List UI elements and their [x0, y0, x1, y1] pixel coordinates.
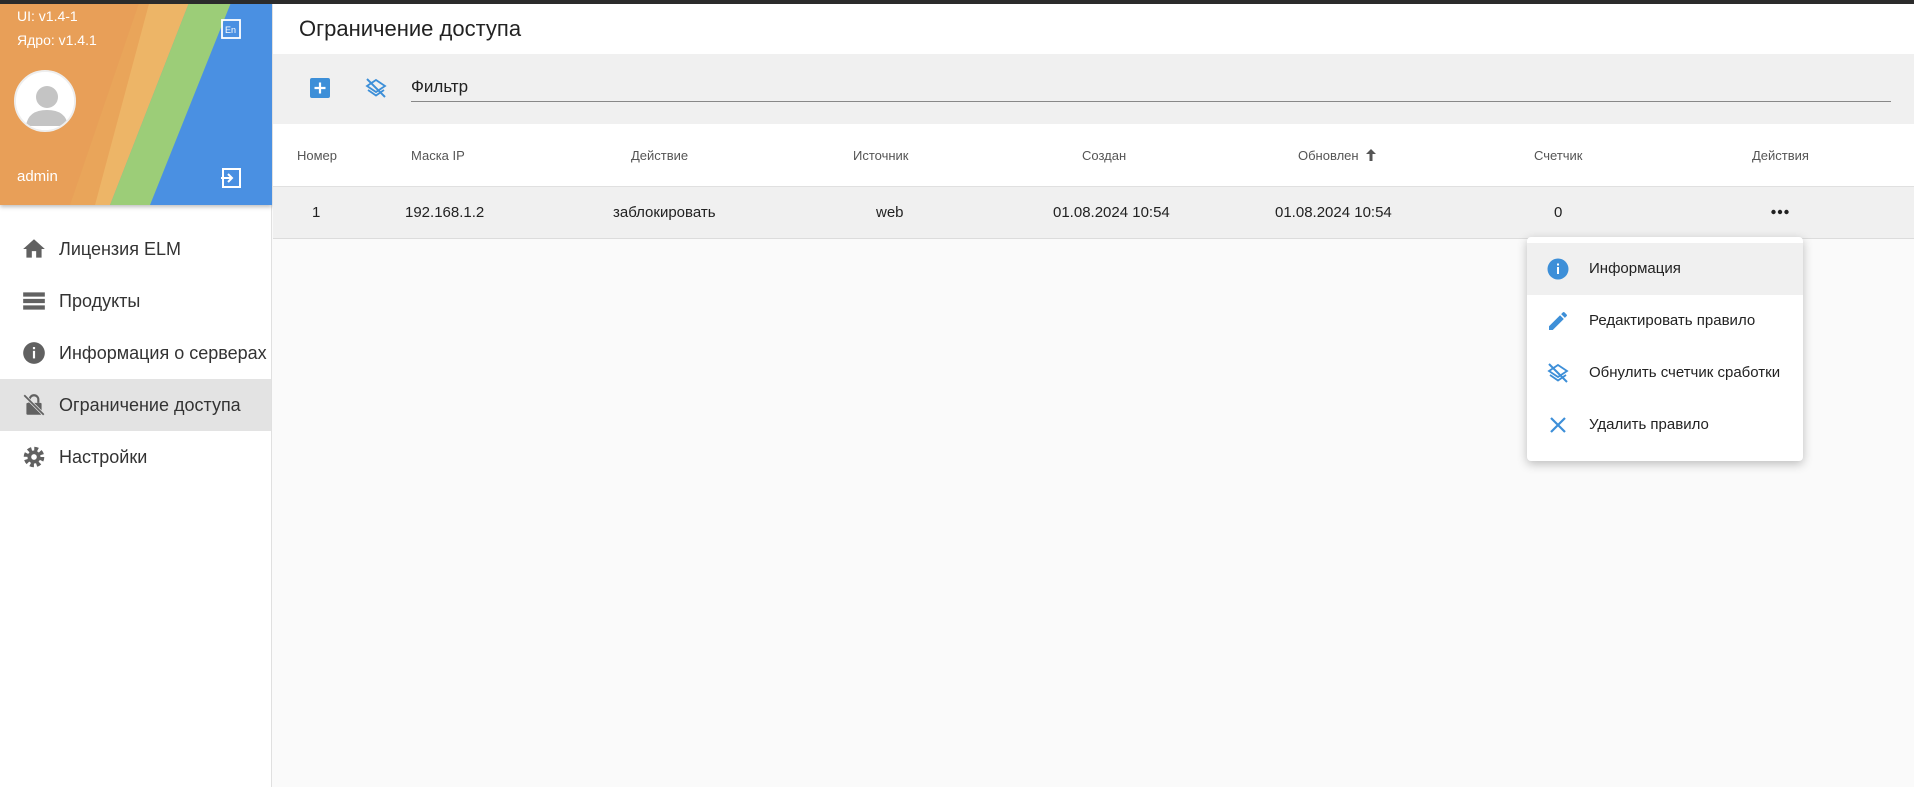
row-actions-menu: Информация Редактировать правило Обнулит…: [1527, 237, 1803, 461]
language-toggle-icon[interactable]: En: [220, 18, 242, 45]
core-version: Ядро: v1.4.1: [17, 32, 97, 48]
layers-off-icon: [365, 78, 387, 98]
add-box-icon: [310, 78, 330, 98]
toolbar: [273, 54, 1914, 124]
column-header-created[interactable]: Создан: [1082, 124, 1126, 187]
table-row[interactable]: 1 192.168.1.2 заблокировать web 01.08.20…: [273, 187, 1914, 239]
cell-action: заблокировать: [613, 204, 716, 221]
reset-counters-button[interactable]: [364, 76, 388, 105]
menu-item-edit-rule[interactable]: Редактировать правило: [1527, 295, 1803, 347]
sidebar-item-products[interactable]: Продукты: [0, 275, 271, 327]
cell-created: 01.08.2024 10:54: [1053, 204, 1170, 221]
menu-item-label: Удалить правило: [1589, 416, 1709, 433]
gear-icon: [20, 443, 48, 471]
cell-number: 1: [312, 204, 321, 221]
cell-counter: 0: [1554, 204, 1563, 221]
layers-off-icon: [1546, 361, 1570, 385]
cell-updated: 01.08.2024 10:54: [1275, 204, 1392, 221]
home-icon: [20, 235, 48, 263]
window-top-border: [0, 0, 1914, 4]
svg-text:En: En: [225, 25, 236, 35]
sidebar-item-label: Лицензия ELM: [59, 238, 181, 259]
info-icon: [20, 339, 48, 367]
sidebar-item-server-info[interactable]: Информация о серверах: [0, 327, 271, 379]
page-title-bar: Ограничение доступа: [273, 4, 1914, 54]
more-horizontal-icon: [1771, 209, 1789, 215]
sidebar-item-label: Продукты: [59, 290, 141, 311]
avatar: [14, 70, 76, 132]
cell-source: web: [876, 204, 904, 221]
ui-version: UI: v1.4-1: [17, 8, 78, 24]
column-header-updated[interactable]: Обновлен: [1298, 124, 1378, 187]
sidebar-item-label: Настройки: [59, 446, 148, 467]
row-actions-button[interactable]: [1770, 204, 1790, 224]
menu-item-label: Редактировать правило: [1589, 312, 1756, 329]
column-header-counter[interactable]: Счетчик: [1534, 124, 1583, 187]
column-header-actions: Действия: [1752, 148, 1809, 163]
sidebar-item-label: Информация о серверах: [59, 342, 267, 363]
filter-input[interactable]: [411, 72, 1891, 102]
column-header-ip-mask[interactable]: Маска IP: [411, 124, 465, 187]
page-title: Ограничение доступа: [299, 16, 522, 41]
menu-item-info[interactable]: Информация: [1527, 243, 1803, 295]
column-header-action[interactable]: Действие: [631, 124, 688, 187]
menu-item-label: Обнулить счетчик сработки: [1589, 364, 1781, 381]
info-icon: [1546, 257, 1570, 281]
sidebar-item-label: Ограничение доступа: [59, 394, 241, 415]
sidebar: UI: v1.4-1 Ядро: v1.4.1 En admin Лицензи…: [0, 0, 272, 787]
cell-ip-mask: 192.168.1.2: [405, 204, 485, 221]
lock-off-icon: [20, 391, 48, 419]
menu-item-reset-counter[interactable]: Обнулить счетчик сработки: [1527, 347, 1803, 399]
logout-icon[interactable]: [219, 166, 243, 195]
sidebar-item-settings[interactable]: Настройки: [0, 431, 271, 483]
menu-item-delete-rule[interactable]: Удалить правило: [1527, 399, 1803, 451]
column-header-number[interactable]: Номер: [297, 124, 337, 187]
menu-item-label: Информация: [1589, 260, 1681, 277]
close-icon: [1546, 413, 1570, 437]
table-header: Номер Маска IP Действие Источник Создан …: [273, 124, 1914, 187]
username: admin: [17, 168, 58, 185]
sort-ascending-icon: [1366, 149, 1377, 161]
list-icon: [20, 287, 48, 315]
profile-header: UI: v1.4-1 Ядро: v1.4.1 En admin: [0, 0, 272, 205]
sidebar-item-access-restriction[interactable]: Ограничение доступа: [0, 379, 271, 431]
column-header-source[interactable]: Источник: [853, 124, 909, 187]
add-rule-button[interactable]: [310, 78, 330, 103]
pencil-icon: [1546, 309, 1570, 333]
sidebar-nav: Лицензия ELM Продукты Информация о серве…: [0, 223, 271, 483]
sidebar-item-license[interactable]: Лицензия ELM: [0, 223, 271, 275]
column-header-label: Обновлен: [1298, 148, 1359, 163]
